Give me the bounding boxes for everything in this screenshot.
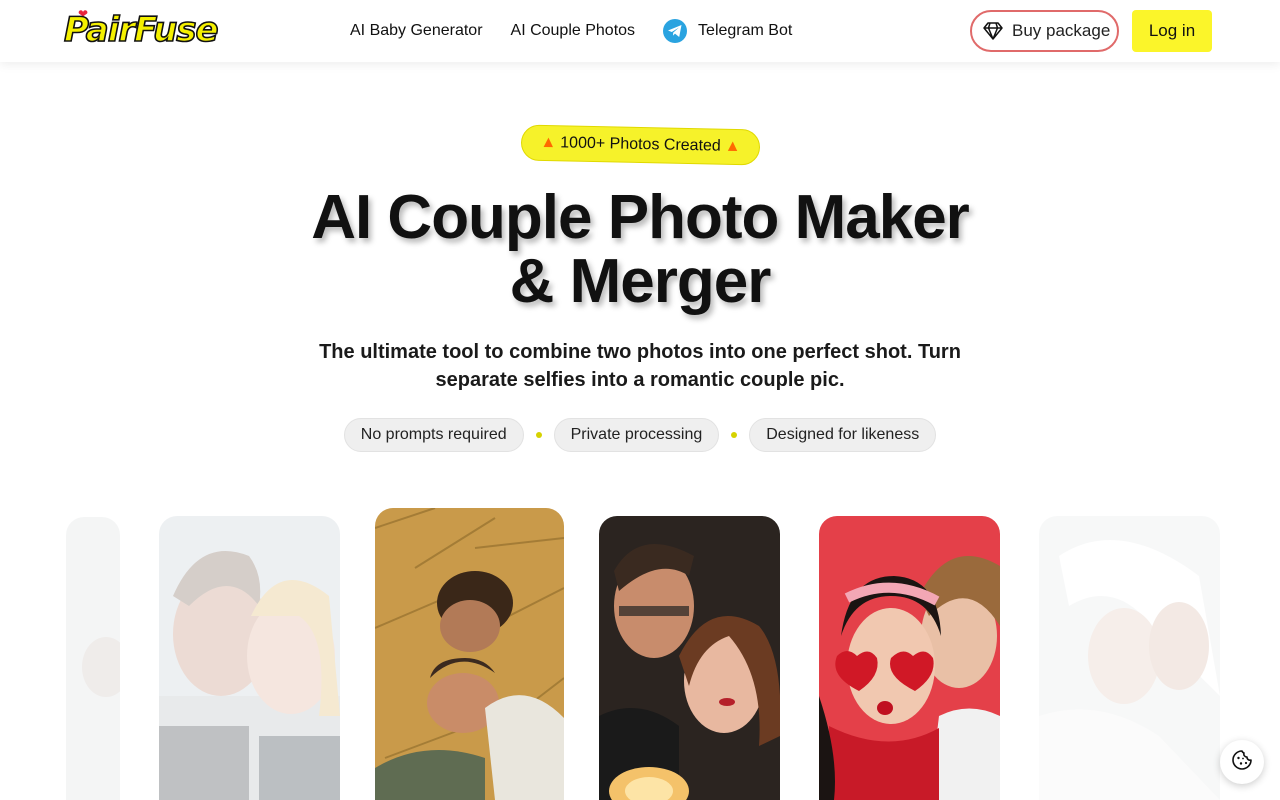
telegram-icon [663,19,688,43]
nav-telegram-label: Telegram Bot [698,22,793,39]
main-nav: AI Baby Generator AI Couple Photos Teleg… [350,0,820,62]
feature-pill: Designed for likeness [749,418,937,452]
title-line-1: AI Couple Photo Maker [311,183,970,252]
feature-pill: Private processing [553,418,720,452]
nav-ai-baby-generator[interactable]: AI Baby Generator [350,22,483,40]
couple-photo-night [599,516,780,800]
gallery-image-partial [66,517,120,800]
hero-subtitle: The ultimate tool to combine two photos … [319,341,961,391]
couple-photo-snow [159,516,340,800]
nav-telegram-bot[interactable]: Telegram Bot [663,19,792,43]
feature-pills: No prompts required Private processing D… [0,418,1280,452]
login-button[interactable]: Log in [1132,10,1212,52]
fire-icon: ▲ [724,137,741,156]
cookie-icon [1231,749,1253,776]
example-gallery [0,505,1280,800]
badge-text: 1000+ Photos Created [560,134,721,155]
site-header: ❤ PairFuse AI Baby Generator AI Couple P… [0,0,1280,62]
pairfuse-logo[interactable]: ❤ PairFuse [63,8,219,52]
separator-dot [731,432,738,438]
diamond-icon [982,20,1004,42]
fire-icon: ▲ [540,133,557,152]
buy-package-label: Buy package [1012,21,1111,40]
page-title: AI Couple Photo Maker & Merger [240,186,1040,314]
cookie-settings-button[interactable] [1220,740,1264,784]
feature-pill: No prompts required [343,418,524,452]
couple-photo-heart-glasses [819,516,1000,800]
separator-dot [535,432,542,438]
couple-photo-hay [375,508,564,800]
logo-text: PairFuse [63,9,219,51]
nav-ai-couple-photos[interactable]: AI Couple Photos [511,22,636,40]
buy-package-button[interactable]: Buy package [970,10,1119,52]
photos-created-badge: ▲ 1000+ Photos Created ▲ [520,124,761,166]
title-line-2: & Merger [509,247,772,316]
couple-photo-white [1039,516,1220,800]
